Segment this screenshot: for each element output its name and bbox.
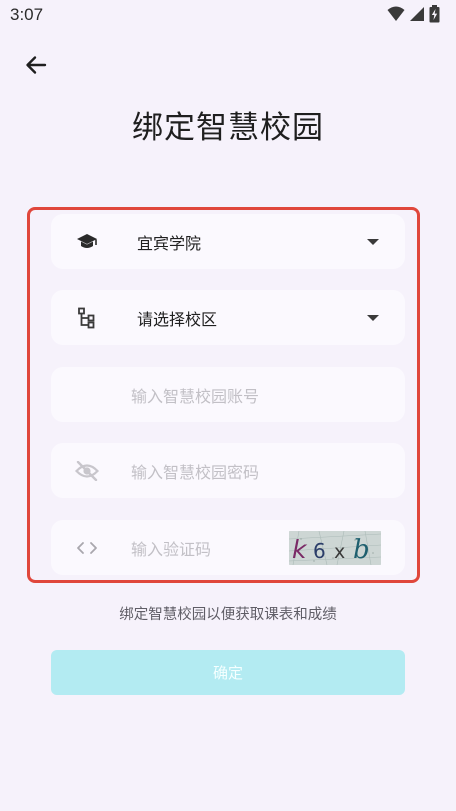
sitemap-icon [75, 306, 99, 330]
wifi-icon [387, 6, 405, 26]
school-select[interactable]: 宜宾学院 [51, 214, 405, 269]
svg-text:6: 6 [313, 539, 326, 563]
account-placeholder: 输入智慧校园账号 [131, 386, 260, 406]
svg-text:x: x [334, 541, 345, 563]
campus-select[interactable]: 请选择校区 [51, 290, 405, 345]
dropdown-triangle-icon [367, 238, 379, 245]
captcha-placeholder: 输入验证码 [131, 539, 212, 559]
svg-text:b: b [353, 535, 370, 565]
eye-off-icon[interactable] [75, 459, 99, 483]
status-bar: 3:07 [0, 0, 456, 32]
account-field[interactable]: 输入智慧校园账号 [51, 367, 405, 422]
status-icons [387, 5, 440, 27]
captcha-field[interactable]: 输入验证码 k 6 x b [51, 520, 405, 575]
bind-smart-campus-screen: 3:07 绑定智慧校园 宜宾学院 请选择校区 输入智慧校园账号 输入智慧校园密码… [0, 0, 456, 811]
cellular-signal-icon [409, 6, 425, 26]
arrow-left-icon [24, 53, 48, 81]
captcha-image[interactable]: k 6 x b [289, 531, 381, 565]
status-time: 3:07 [10, 5, 44, 24]
code-brackets-icon [75, 536, 99, 560]
password-field[interactable]: 输入智慧校园密码 [51, 443, 405, 498]
svg-text:k: k [292, 535, 308, 564]
campus-placeholder: 请选择校区 [137, 309, 218, 329]
page-title: 绑定智慧校园 [132, 110, 324, 146]
graduation-cap-icon [75, 230, 99, 254]
back-button[interactable] [18, 50, 54, 84]
bind-hint-text: 绑定智慧校园以便获取课表和成绩 [119, 607, 337, 623]
dropdown-triangle-icon [367, 314, 379, 321]
password-placeholder: 输入智慧校园密码 [131, 462, 260, 482]
confirm-button[interactable]: 确定 [51, 650, 405, 695]
school-value: 宜宾学院 [137, 233, 202, 253]
battery-charging-icon [429, 5, 440, 27]
